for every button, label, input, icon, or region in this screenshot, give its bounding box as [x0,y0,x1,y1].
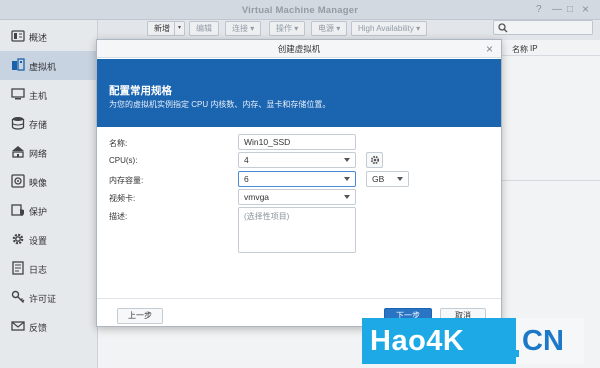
watermark-text-part1: Hao4K [362,318,516,364]
memory-input[interactable]: 6 [238,171,356,187]
dialog-heading: 配置常用规格 [109,85,172,97]
description-textarea[interactable]: (选择性项目) [238,207,356,253]
memory-label: 内存容量: [109,176,144,185]
close-icon[interactable]: × [486,42,493,56]
name-input[interactable]: Win10_SSD [238,134,356,150]
chevron-down-icon [397,177,403,181]
video-card-value: vmvga [244,192,270,202]
memory-unit-value: GB [372,174,385,184]
cpu-label: CPU(s): [109,156,138,165]
dialog-banner: 配置常用规格 为您的虚拟机实例指定 CPU 内核数、内存、显卡和存储位置。 [97,59,501,127]
memory-unit-select[interactable]: GB [366,171,409,187]
video-card-label: 视频卡: [109,194,136,203]
cpu-select-value: 4 [244,155,249,165]
description-label: 描述: [109,212,128,221]
video-card-select[interactable]: vmvga [238,189,356,205]
name-label: 名称: [109,139,128,148]
gear-icon [370,155,380,165]
cpu-select[interactable]: 4 [238,152,356,168]
cpu-settings-button[interactable] [366,152,383,168]
footer-divider [97,298,501,299]
watermark-logo: Hao4K CN [362,318,584,364]
chevron-down-icon [344,177,350,181]
previous-button[interactable]: 上一步 [117,308,163,324]
create-vm-dialog: 创建虚拟机 × 配置常用规格 为您的虚拟机实例指定 CPU 内核数、内存、显卡和… [96,39,502,327]
chevron-down-icon [344,195,350,199]
watermark-text-part2: CN [522,325,564,357]
dialog-subheading: 为您的虚拟机实例指定 CPU 内核数、内存、显卡和存储位置。 [109,100,331,109]
chevron-down-icon [344,158,350,162]
dialog-title: 创建虚拟机 [97,40,501,58]
memory-input-value: 6 [244,174,249,184]
watermark-dot [512,350,519,357]
